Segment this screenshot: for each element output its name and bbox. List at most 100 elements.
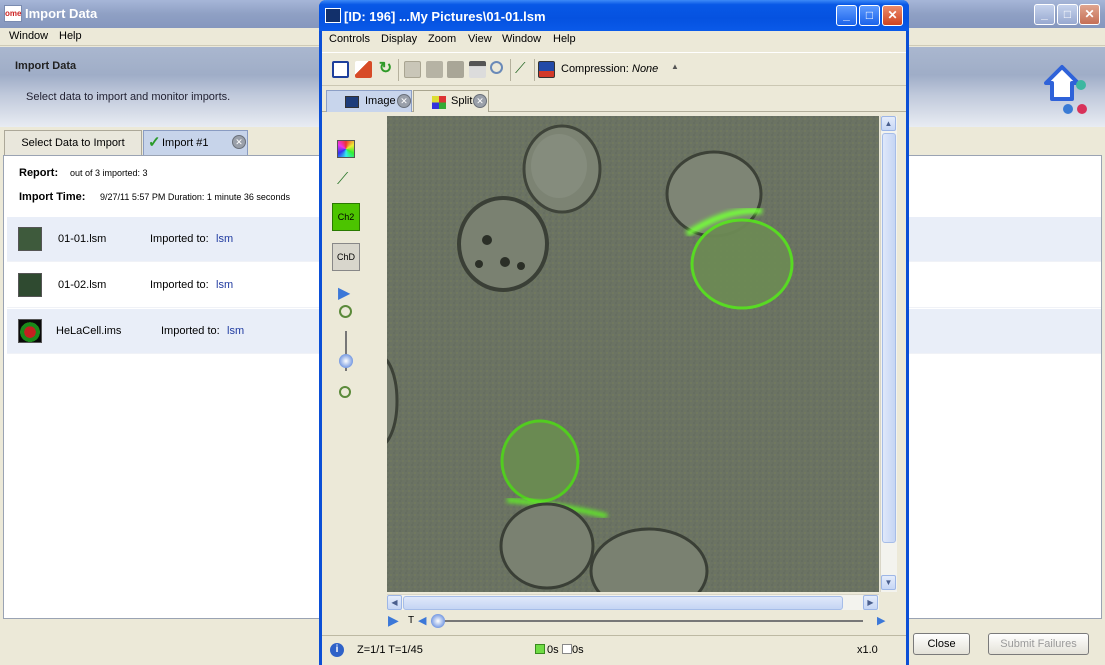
save-icon[interactable]	[447, 61, 464, 78]
ome-logo-icon: ome	[4, 5, 22, 22]
check-icon: ✓	[148, 134, 161, 151]
home-icon[interactable]	[1040, 61, 1094, 116]
split-icon	[432, 96, 446, 109]
imported-to-link[interactable]: lsm	[216, 233, 233, 245]
viewer-side-controls: ⟋ Ch2 ChD ▶	[322, 113, 386, 633]
tab-split-close-icon[interactable]: ✕	[473, 94, 487, 108]
image-viewer-window: [ID: 196] ...My Pictures\01-01.lsm _ □ ✕…	[319, 0, 909, 665]
menu-view[interactable]: View	[468, 33, 492, 45]
compression-spinner-icon[interactable]: ▲	[671, 62, 679, 71]
time-a-value: 0s	[547, 644, 559, 656]
viewer-tabs: Image ✕ Split ✕	[322, 88, 906, 112]
imported-to-link[interactable]: lsm	[216, 279, 233, 291]
image-icon	[345, 96, 359, 108]
tab-close-icon[interactable]: ✕	[232, 135, 246, 149]
imported-to-link[interactable]: lsm	[227, 325, 244, 337]
menu-zoom[interactable]: Zoom	[428, 33, 456, 45]
zoom-in-icon[interactable]	[339, 305, 352, 318]
vertical-scroll-thumb[interactable]	[882, 133, 896, 543]
channel-ch2-button[interactable]: Ch2	[332, 203, 360, 231]
zoom-out-icon[interactable]	[339, 386, 351, 398]
viewer-minimize-button[interactable]: _	[836, 5, 857, 26]
magnifier-icon[interactable]	[490, 61, 503, 74]
pipette-icon[interactable]: ⟋	[515, 61, 532, 78]
copy-icon[interactable]	[404, 61, 421, 78]
z-t-position: Z=1/1 T=1/45	[357, 644, 423, 656]
tab-import-1-label: Import #1	[162, 137, 209, 149]
menu-controls[interactable]: Controls	[329, 33, 370, 45]
tab-image-label: Image	[365, 95, 396, 107]
tab-split[interactable]: Split ✕	[413, 90, 489, 112]
scroll-left-icon[interactable]: ◀	[387, 595, 402, 610]
scroll-up-icon[interactable]: ▲	[881, 116, 896, 131]
pipette-icon[interactable]: ⟋	[337, 171, 359, 193]
timeline-label: T	[408, 615, 415, 626]
timeline-back-icon[interactable]: ◀	[418, 614, 426, 627]
tab-select-data[interactable]: Select Data to Import	[4, 130, 142, 155]
tab-select-data-label: Select Data to Import	[21, 137, 125, 149]
imported-to-label: Imported to:	[150, 233, 209, 245]
close-window-button[interactable]: ✕	[1079, 4, 1100, 25]
viewer-maximize-button[interactable]: □	[859, 5, 880, 26]
viewer-title: [ID: 196] ...My Pictures\01-01.lsm	[344, 9, 546, 24]
file-thumbnail	[18, 227, 42, 251]
timeline-slider-track[interactable]	[431, 620, 863, 622]
report-value: out of 3 imported: 3	[70, 168, 148, 178]
refresh-icon[interactable]: ↻	[377, 61, 394, 78]
channel-chd-button[interactable]: ChD	[332, 243, 360, 271]
cell-top-left	[522, 124, 602, 214]
timeline-play-icon[interactable]: ▶	[388, 612, 399, 629]
tab-image[interactable]: Image ✕	[326, 90, 412, 112]
scroll-right-icon[interactable]: ▶	[863, 595, 878, 610]
zoom-slider-thumb[interactable]	[339, 354, 353, 368]
submit-failures-button[interactable]: Submit Failures	[988, 633, 1089, 655]
file-thumbnail	[18, 319, 42, 343]
info-icon[interactable]: i	[330, 643, 344, 657]
import-window-title: Import Data	[25, 6, 98, 21]
scroll-down-icon[interactable]: ▼	[881, 575, 896, 590]
menu-help[interactable]: Help	[59, 30, 82, 42]
report-label: Report:	[19, 167, 59, 179]
timeline-bar: ▶ T ◀ ▶	[387, 610, 897, 632]
toolbar-separator	[510, 59, 511, 81]
timeline-forward-icon[interactable]: ▶	[877, 614, 885, 627]
image-background	[387, 116, 879, 592]
banner-description: Select data to import and monitor import…	[26, 91, 231, 103]
time-a-swatch	[535, 644, 545, 654]
cell-bottom-left	[499, 502, 595, 590]
play-icon[interactable]: ▶	[338, 283, 360, 305]
snapshot-icon[interactable]	[538, 61, 555, 78]
import-time-value: 9/27/11 5:57 PM Duration: 1 minute 36 se…	[100, 192, 290, 202]
vertical-scrollbar[interactable]: ▲ ▼	[880, 116, 897, 592]
viewer-close-button[interactable]: ✕	[882, 5, 903, 26]
rnd-settings-icon[interactable]	[332, 61, 349, 78]
imported-to-label: Imported to:	[150, 279, 209, 291]
minimize-button[interactable]: _	[1034, 4, 1055, 25]
maximize-button[interactable]: □	[1057, 4, 1078, 25]
tab-import-1[interactable]: ✓ Import #1 ✕	[143, 130, 248, 155]
horizontal-scroll-thumb[interactable]	[403, 596, 843, 610]
timeline-slider-thumb[interactable]	[431, 614, 445, 628]
movie-icon[interactable]	[469, 61, 486, 78]
close-button[interactable]: Close	[913, 633, 970, 655]
viewer-toolbar: ↻ ⟋ Compression: None ▲	[322, 52, 906, 86]
toolbar-separator	[398, 59, 399, 81]
menu-display[interactable]: Display	[381, 33, 417, 45]
tab-image-close-icon[interactable]: ✕	[397, 94, 411, 108]
file-name: HeLaCell.ims	[56, 325, 122, 337]
edit-icon[interactable]	[355, 61, 372, 78]
zoom-level: x1.0	[857, 644, 878, 656]
compression-select[interactable]: None	[632, 63, 658, 75]
horizontal-scrollbar[interactable]: ◀ ▶	[387, 594, 879, 610]
menu-window[interactable]: Window	[9, 30, 48, 42]
file-name: 01-02.lsm	[58, 279, 107, 291]
color-picker-icon[interactable]	[337, 140, 355, 158]
import-time-label: Import Time:	[19, 191, 86, 203]
viewer-app-icon	[325, 8, 341, 23]
menu-help[interactable]: Help	[553, 33, 576, 45]
paste-icon[interactable]	[426, 61, 443, 78]
tab-split-label: Split	[451, 95, 473, 107]
compression-label: Compression:	[561, 63, 629, 75]
menu-window[interactable]: Window	[502, 33, 541, 45]
microscopy-image-canvas[interactable]	[387, 116, 879, 592]
